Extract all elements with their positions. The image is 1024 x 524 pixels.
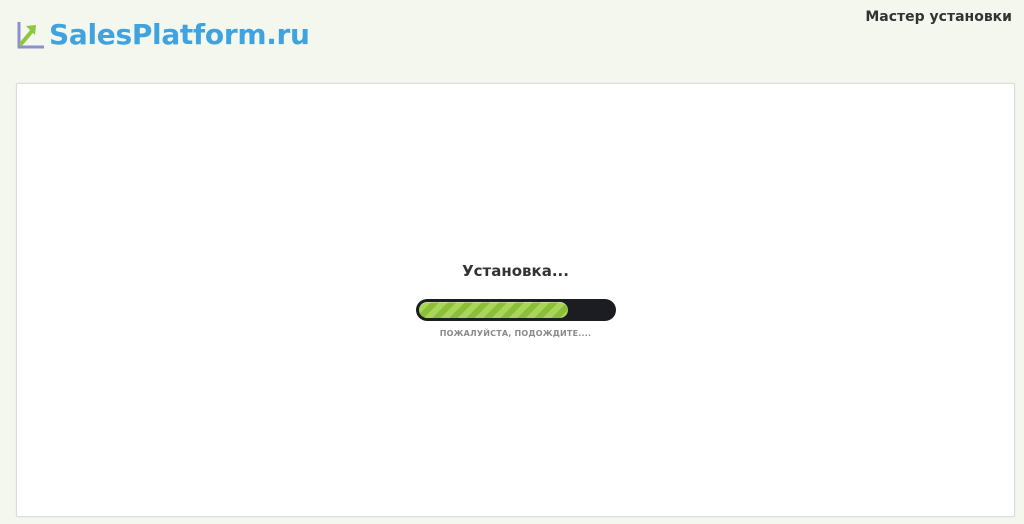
progress-fill (419, 302, 569, 318)
wizard-title: Мастер установки (865, 9, 1012, 25)
logo-text: SalesPlatform.ru (49, 18, 310, 51)
chart-arrow-icon (17, 22, 44, 49)
content-panel: Установка... ПОЖАЛУЙСТА, ПОДОЖДИТЕ.... (16, 83, 1015, 517)
header: SalesPlatform.ru Мастер установки (0, 0, 1024, 82)
progress-bar (416, 299, 616, 321)
wait-message: ПОЖАЛУЙСТА, ПОДОЖДИТЕ.... (439, 329, 592, 338)
install-status-title: Установка... (462, 262, 569, 280)
logo[interactable]: SalesPlatform.ru (16, 18, 310, 52)
